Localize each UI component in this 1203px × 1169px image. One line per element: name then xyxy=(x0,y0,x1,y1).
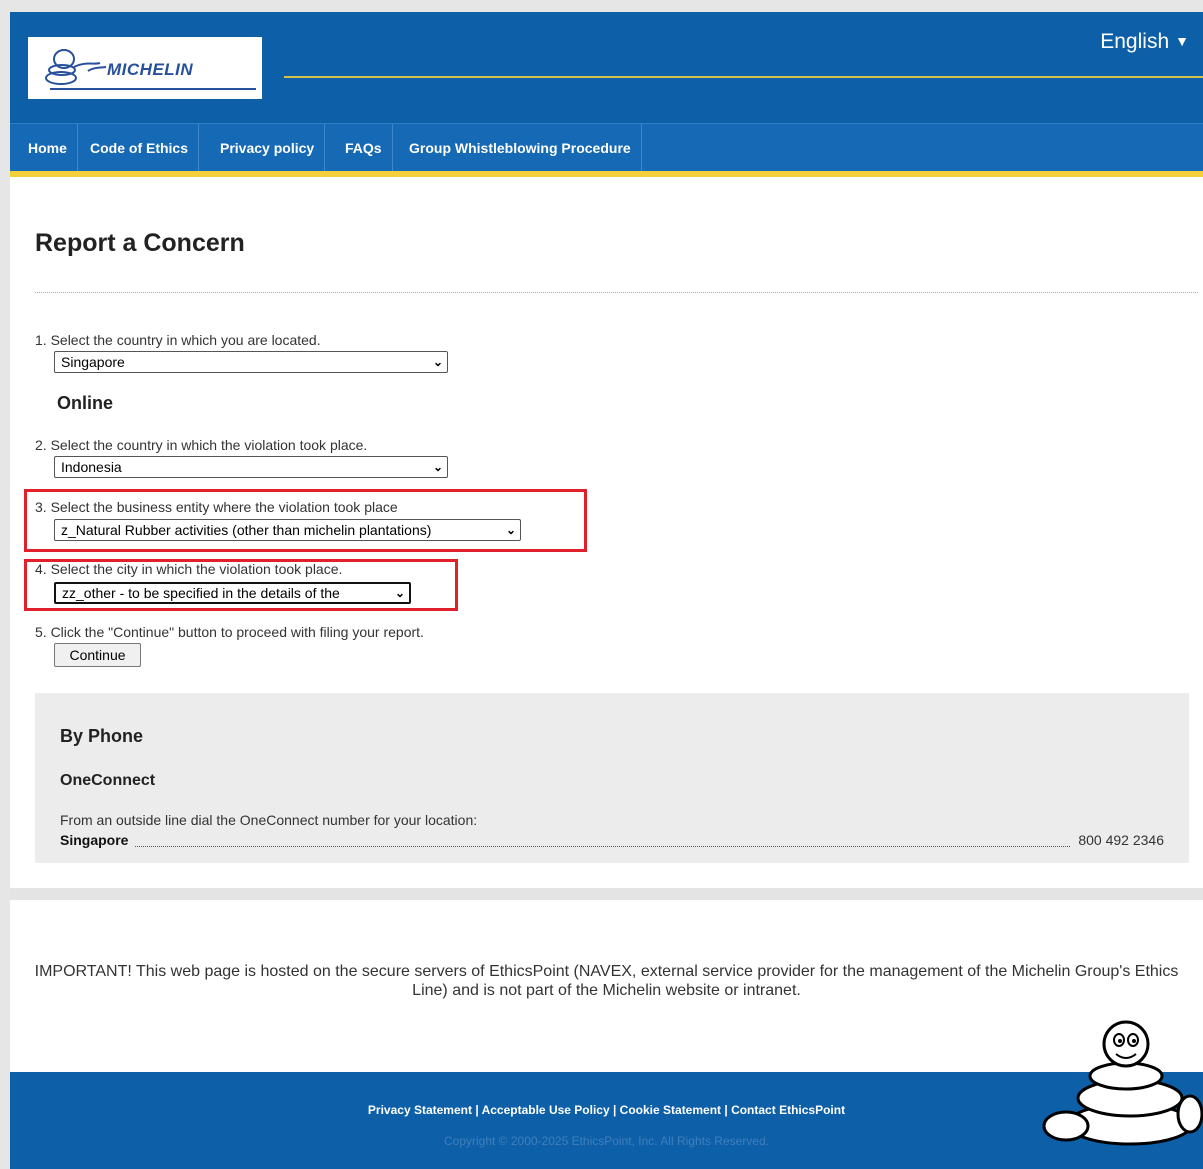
chevron-down-icon: ⌄ xyxy=(432,460,443,474)
nav-code-of-ethics[interactable]: Code of Ethics xyxy=(80,124,200,172)
step1-label: 1. Select the country in which you are l… xyxy=(35,332,321,348)
footer-separator: | xyxy=(609,1103,620,1117)
contact-ethicspoint-link[interactable]: Contact EthicsPoint xyxy=(731,1103,845,1117)
chevron-down-icon: ⌄ xyxy=(432,355,443,369)
privacy-statement-link[interactable]: Privacy Statement xyxy=(368,1103,472,1117)
nav-privacy-policy[interactable]: Privacy policy xyxy=(210,124,326,172)
step5-label: 5. Click the "Continue" button to procee… xyxy=(35,624,424,640)
chevron-down-icon: ⌄ xyxy=(394,586,405,600)
step4-label: 4. Select the city in which the violatio… xyxy=(35,561,343,577)
step3-label: 3. Select the business entity where the … xyxy=(35,499,398,515)
header-divider xyxy=(284,76,1203,78)
header: MICHELIN English ▼ xyxy=(10,12,1203,123)
phone-number: 800 492 2346 xyxy=(1076,832,1164,848)
logo-text: MICHELIN xyxy=(107,60,194,79)
page: MICHELIN English ▼ Home Code of Ethics Pr… xyxy=(10,12,1203,1169)
main-nav: Home Code of Ethics Privacy policy FAQs … xyxy=(10,123,1203,174)
footer-links: Privacy Statement | Acceptable Use Polic… xyxy=(10,1103,1203,1117)
phone-intro: From an outside line dial the OneConnect… xyxy=(60,812,478,828)
violation-country-select[interactable]: Indonesia ⌄ xyxy=(54,456,448,478)
phone-heading: By Phone xyxy=(60,726,144,746)
violation-country-value: Indonesia xyxy=(61,459,122,475)
language-selector[interactable]: English ▼ xyxy=(1100,30,1189,54)
title-divider xyxy=(35,292,1198,293)
section-separator xyxy=(10,888,1203,900)
city-select[interactable]: zz_other - to be specified in the detail… xyxy=(54,582,411,604)
continue-button[interactable]: Continue xyxy=(54,643,141,667)
language-label: English xyxy=(1100,30,1170,53)
dotted-leader xyxy=(135,846,1070,847)
acceptable-use-link[interactable]: Acceptable Use Policy xyxy=(482,1103,610,1117)
important-text: This web page is hosted on the secure se… xyxy=(131,963,1179,999)
footer-separator: | xyxy=(471,1103,482,1117)
footer-separator: | xyxy=(721,1103,732,1117)
page-title: Report a Concern xyxy=(35,229,245,257)
city-value: zz_other - to be specified in the detail… xyxy=(62,585,340,601)
michelin-logo[interactable]: MICHELIN xyxy=(28,37,262,99)
caret-down-icon: ▼ xyxy=(1175,33,1189,49)
business-entity-select[interactable]: z_Natural Rubber activities (other than … xyxy=(54,519,521,541)
nav-accent-bar xyxy=(10,171,1203,177)
phone-section: By Phone OneConnect From an outside line… xyxy=(35,693,1189,863)
chevron-down-icon: ⌄ xyxy=(505,523,516,537)
phone-country: Singapore xyxy=(60,832,131,848)
nav-whistleblowing-procedure[interactable]: Group Whistleblowing Procedure xyxy=(399,124,642,172)
cookie-statement-link[interactable]: Cookie Statement xyxy=(620,1103,721,1117)
online-heading: Online xyxy=(57,393,114,413)
phone-service-heading: OneConnect xyxy=(60,772,156,789)
nav-faqs[interactable]: FAQs xyxy=(335,124,393,172)
bibendum-mascot-icon xyxy=(1042,1020,1203,1146)
footer: Privacy Statement | Acceptable Use Polic… xyxy=(10,1072,1203,1169)
location-country-value: Singapore xyxy=(61,354,125,370)
step2-label: 2. Select the country in which the viola… xyxy=(35,437,368,453)
business-entity-value: z_Natural Rubber activities (other than … xyxy=(61,522,432,538)
copyright: Copyright © 2000-2025 EthicsPoint, Inc. … xyxy=(443,1134,769,1148)
nav-home[interactable]: Home xyxy=(18,124,78,172)
important-label: IMPORTANT! xyxy=(34,963,132,980)
important-notice: IMPORTANT! This web page is hosted on th… xyxy=(30,962,1183,1000)
location-country-select[interactable]: Singapore ⌄ xyxy=(54,351,448,373)
